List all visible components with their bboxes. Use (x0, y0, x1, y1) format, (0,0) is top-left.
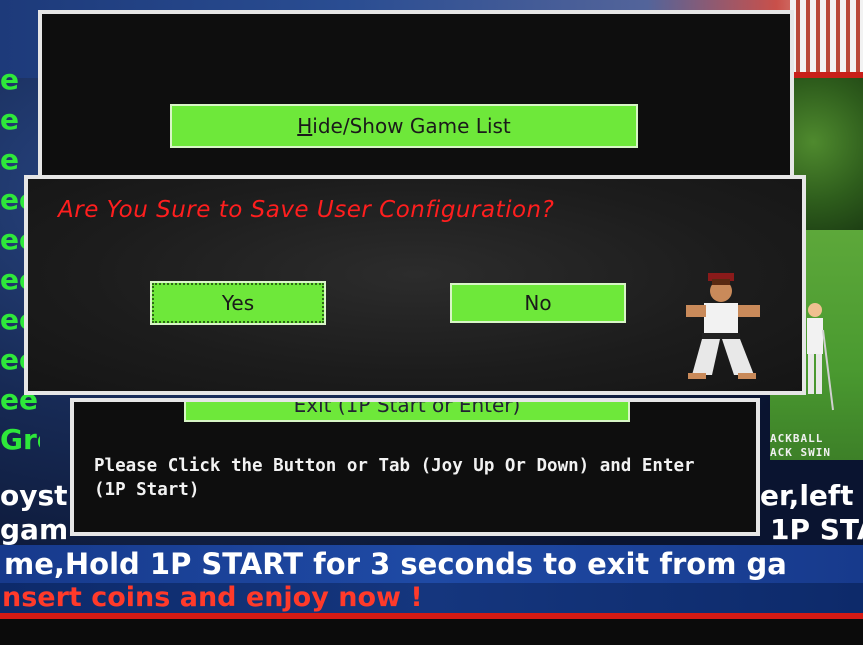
dialog-title: Are You Sure to Save User Configuration? (58, 197, 555, 223)
line2-right: 1P STA (770, 513, 863, 546)
hud-line: ACKBALL (770, 432, 824, 445)
save-config-dialog: Are You Sure to Save User Configuration?… (24, 175, 806, 395)
menu-panel-top: Hide/Show Game List (38, 10, 794, 180)
menu-panel-bottom: Exit (1P Start or Enter) Please Click th… (70, 398, 760, 536)
karate-fighter-icon (686, 273, 760, 379)
line1-left: oyst (0, 479, 68, 512)
screen-bezel (0, 619, 863, 645)
left-fragment: e (0, 143, 19, 176)
left-fragment: e (0, 103, 19, 136)
button-label: ide/Show Game List (312, 114, 511, 138)
line4-text: nsert coins and enjoy now ! (2, 583, 423, 613)
help-text: Please Click the Button or Tab (Joy Up O… (94, 456, 695, 500)
exit-button[interactable]: Exit (1P Start or Enter) (184, 402, 630, 422)
exit-label: Exit (1P Start or Enter) (293, 402, 521, 417)
line3-text: me,Hold 1P START for 3 seconds to exit f… (4, 547, 787, 581)
yes-button[interactable]: Yes (150, 281, 326, 325)
background-line-4: nsert coins and enjoy now ! (0, 583, 863, 613)
arcade-screen: ACKBALL ACK SWIN e e e ee ee ee ee ee ee… (0, 0, 863, 645)
accelerator-key: H (297, 114, 313, 138)
line1-right: er,left (760, 479, 854, 512)
line2-left: gam (0, 513, 69, 546)
background-awning (790, 0, 863, 72)
hud-line: ACK SWIN (770, 446, 831, 459)
background-hud-text: ACKBALL ACK SWIN (770, 432, 863, 464)
left-fragment: e (0, 63, 19, 96)
no-button[interactable]: No (450, 283, 626, 323)
background-line-3: me,Hold 1P START for 3 seconds to exit f… (0, 545, 863, 583)
left-fragment: Grea (0, 423, 40, 456)
hide-show-game-list-button[interactable]: Hide/Show Game List (170, 104, 638, 148)
